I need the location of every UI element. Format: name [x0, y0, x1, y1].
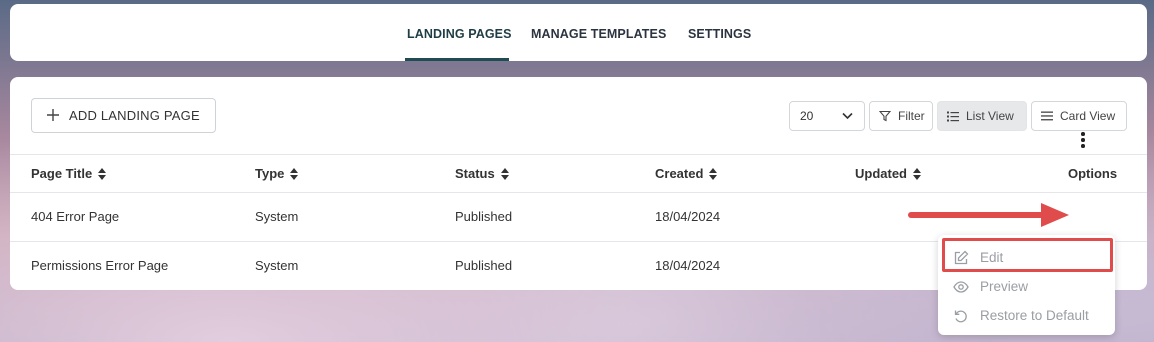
add-landing-page-label: ADD LANDING PAGE [69, 108, 200, 123]
sort-icon [709, 167, 718, 180]
chevron-down-icon [842, 112, 853, 120]
cell-status: Published [455, 209, 513, 224]
tab-settings[interactable]: SETTINGS [688, 4, 751, 61]
card-view-label: Card View [1060, 109, 1116, 123]
column-header-updated[interactable]: Updated [855, 166, 921, 181]
menu-item-label: Preview [980, 279, 1029, 294]
column-label: Type [255, 166, 285, 181]
filter-icon [879, 110, 891, 122]
page-size-select[interactable]: 20 [789, 101, 865, 131]
restore-icon [954, 310, 967, 322]
list-view-button[interactable]: List View [937, 101, 1027, 131]
menu-item-restore[interactable]: Restore to Default [938, 301, 1115, 330]
column-header-options: Options [1068, 166, 1117, 181]
list-icon [947, 111, 959, 121]
plus-icon [46, 106, 60, 126]
column-label: Updated [855, 166, 907, 181]
add-landing-page-button[interactable]: ADD LANDING PAGE [31, 98, 216, 133]
eye-icon [953, 280, 969, 293]
annotation-arrow [908, 203, 1069, 227]
page-size-value: 20 [800, 109, 814, 123]
active-tab-indicator [405, 58, 509, 61]
options-menu: Edit Preview Restore to Default [938, 235, 1115, 335]
tab-landing-pages[interactable]: LANDING PAGES [407, 4, 512, 61]
cell-created: 18/04/2024 [655, 209, 721, 224]
column-header-type[interactable]: Type [255, 166, 299, 181]
cell-type: System [255, 209, 299, 224]
top-navigation: LANDING PAGES MANAGE TEMPLATES SETTINGS [10, 4, 1147, 61]
sort-icon [98, 167, 107, 180]
table-header: Page Title Type Status Created Updated O… [10, 154, 1147, 193]
more-options-icon[interactable] [1073, 130, 1093, 150]
cell-type: System [255, 258, 299, 273]
column-header-page-title[interactable]: Page Title [31, 166, 107, 181]
menu-item-label: Edit [980, 250, 1004, 265]
tab-manage-templates[interactable]: MANAGE TEMPLATES [531, 4, 666, 61]
filter-label: Filter [898, 109, 925, 123]
column-label: Created [655, 166, 704, 181]
sort-icon [913, 167, 921, 180]
column-label: Status [455, 166, 495, 181]
cell-status: Published [455, 258, 513, 273]
menu-item-edit[interactable]: Edit [938, 243, 1115, 272]
column-label: Options [1068, 166, 1118, 181]
menu-item-label: Restore to Default [980, 308, 1089, 323]
column-label: Page Title [31, 166, 93, 181]
menu-item-preview[interactable]: Preview [938, 272, 1115, 301]
column-header-status[interactable]: Status [455, 166, 509, 181]
filter-button[interactable]: Filter [869, 101, 933, 131]
sort-icon [500, 167, 509, 180]
column-header-created[interactable]: Created [655, 166, 718, 181]
cell-page-title: 404 Error Page [31, 209, 120, 224]
card-view-icon [1041, 111, 1053, 121]
cell-page-title: Permissions Error Page [31, 258, 169, 273]
sort-icon [290, 167, 299, 180]
list-view-label: List View [966, 109, 1014, 123]
card-view-button[interactable]: Card View [1031, 101, 1127, 131]
cell-created: 18/04/2024 [655, 258, 721, 273]
edit-icon [954, 250, 969, 264]
